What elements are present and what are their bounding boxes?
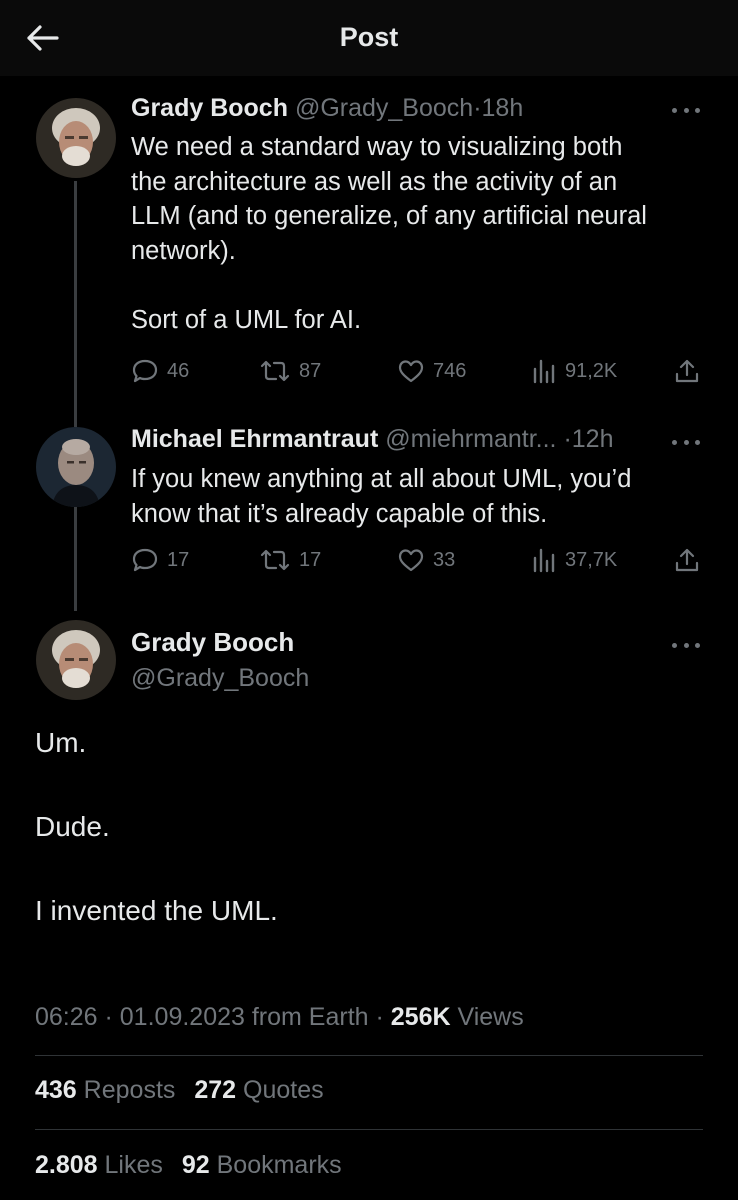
author-name[interactable]: Michael Ehrmantraut <box>131 425 378 453</box>
tweet-actions: 17 17 33 37,7K <box>131 545 703 575</box>
post-text: Um. Dude. I invented the UML. <box>35 727 278 926</box>
repost-count: 17 <box>299 548 322 571</box>
author-name[interactable]: Grady Booch <box>131 94 288 122</box>
post-time[interactable]: 12h <box>572 425 614 453</box>
more-horizontal-icon <box>672 642 677 648</box>
reply-button[interactable]: 17 <box>131 545 189 575</box>
repost-arrows-icon <box>260 360 290 382</box>
bookmarks-label: Bookmarks <box>216 1151 342 1179</box>
dot <box>683 107 689 113</box>
reply-button[interactable]: 46 <box>131 356 189 386</box>
views-bars-icon <box>533 359 555 384</box>
dot <box>695 107 700 113</box>
separator-dot: · <box>368 1003 391 1031</box>
divider <box>35 1055 703 1056</box>
views-label: Views <box>457 1003 524 1031</box>
views-count: 37,7K <box>565 548 618 571</box>
post-time[interactable]: 18h <box>482 94 524 122</box>
repost-arrows-icon <box>260 549 290 571</box>
bookmarks-count: 92 <box>181 1151 210 1179</box>
reposts-count: 436 <box>35 1076 77 1104</box>
thread-connector-line <box>74 507 77 611</box>
post-source: from Earth <box>251 1003 369 1031</box>
like-button[interactable]: 746 <box>397 356 466 386</box>
reply-count: 17 <box>167 548 190 571</box>
views-count: 91,2K <box>565 359 618 382</box>
top-bar: Post <box>0 0 738 76</box>
dot <box>695 439 700 445</box>
repost-button[interactable]: 87 <box>259 356 321 386</box>
avatar[interactable] <box>36 427 116 507</box>
separator-dot: · <box>97 1003 120 1031</box>
more-options-button[interactable] <box>672 436 700 448</box>
views-bars-icon <box>533 548 555 573</box>
divider <box>35 1129 703 1130</box>
avatar-portrait-image <box>36 427 116 507</box>
bookmarks-stat[interactable]: 92 Bookmarks <box>182 1151 342 1179</box>
author-name[interactable]: Grady Booch <box>131 627 294 658</box>
likes-label: Likes <box>104 1151 163 1179</box>
more-options-button[interactable] <box>672 104 700 116</box>
thread-connector-line <box>74 181 77 427</box>
page-title: Post <box>339 22 399 52</box>
quotes-stat[interactable]: 272 Quotes <box>194 1076 323 1104</box>
separator-dot: · <box>556 425 572 453</box>
engagement-stats-row: 436 Reposts 272 Quotes <box>35 1076 324 1105</box>
avatar-portrait-image <box>36 620 116 700</box>
tweet-header: Michael Ehrmantraut @miehrmantr... ·12h <box>131 425 614 454</box>
reply-bubble-icon <box>132 548 158 572</box>
quotes-count: 272 <box>194 1076 237 1104</box>
views-button[interactable]: 91,2K <box>531 356 617 386</box>
likes-stat[interactable]: 2.808 Likes <box>35 1151 163 1179</box>
tweet-text: If you knew anything at all about UML, y… <box>131 465 632 528</box>
post-date[interactable]: 01.09.2023 <box>120 1003 245 1031</box>
author-handle[interactable]: @Grady_Booch <box>295 94 473 122</box>
more-horizontal-icon <box>672 439 677 445</box>
author-handle[interactable]: @miehrmantr... <box>385 425 556 453</box>
like-count: 746 <box>433 359 467 382</box>
author-handle[interactable]: @Grady_Booch <box>131 664 309 693</box>
avatar[interactable] <box>36 98 116 178</box>
likes-count: 2.808 <box>35 1151 98 1179</box>
share-upload-icon <box>675 359 699 383</box>
reposts-stat[interactable]: 436 Reposts <box>35 1076 175 1104</box>
heart-icon <box>398 360 424 383</box>
reply-count: 46 <box>167 359 190 382</box>
more-options-button[interactable] <box>672 639 700 651</box>
post-time[interactable]: 06:26 <box>35 1003 98 1031</box>
tweet-text: We need a standard way to visualizing bo… <box>131 133 647 334</box>
repost-button[interactable]: 17 <box>259 545 321 575</box>
dot <box>683 439 689 445</box>
like-button[interactable]: 33 <box>397 545 455 575</box>
tweet-header: Grady Booch @Grady_Booch·18h <box>131 94 523 123</box>
views-count: 256K <box>390 1003 451 1031</box>
repost-count: 87 <box>299 359 322 382</box>
quotes-label: Quotes <box>243 1076 324 1104</box>
share-button[interactable] <box>673 356 701 386</box>
dot <box>695 642 700 648</box>
dot <box>683 642 689 648</box>
avatar[interactable] <box>36 620 116 700</box>
post-metadata: 06:26 · 01.09.2023 from Earth · 256K Vie… <box>35 1003 524 1032</box>
reposts-label: Reposts <box>83 1076 176 1104</box>
separator-dot: · <box>473 94 482 122</box>
avatar-portrait-image <box>36 98 116 178</box>
reply-bubble-icon <box>132 359 158 383</box>
like-count: 33 <box>433 548 456 571</box>
share-upload-icon <box>675 548 699 572</box>
heart-icon <box>398 549 424 572</box>
share-button[interactable] <box>673 545 701 575</box>
engagement-stats-row: 2.808 Likes 92 Bookmarks <box>35 1151 342 1180</box>
more-horizontal-icon <box>672 107 677 113</box>
tweet-actions: 46 87 746 91,2K <box>131 356 703 386</box>
views-button[interactable]: 37,7K <box>531 545 617 575</box>
